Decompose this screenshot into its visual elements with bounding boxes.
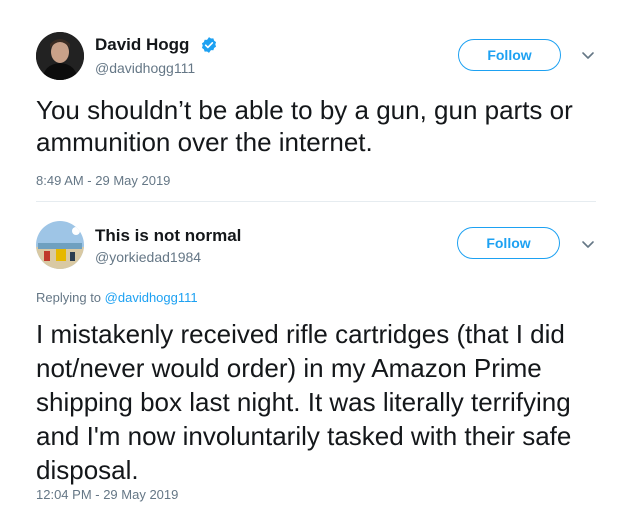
tweet-timestamp[interactable]: 8:49 AM - 29 May 2019 [36, 173, 170, 188]
avatar-image [36, 32, 84, 80]
author-handle[interactable]: @yorkiedad1984 [95, 249, 201, 265]
avatar[interactable] [36, 221, 84, 269]
tweet-text: You shouldn’t be able to by a gun, gun p… [36, 95, 573, 157]
reply-tweet: This is not normal @yorkiedad1984 Follow… [0, 202, 632, 516]
replying-to: Replying to @davidhogg111 [36, 290, 198, 305]
original-tweet: David Hogg @davidhogg111 Follow You shou… [0, 0, 632, 202]
author-name[interactable]: David Hogg [95, 35, 189, 55]
follow-button[interactable]: Follow [458, 39, 561, 71]
chevron-down-icon[interactable] [581, 240, 595, 250]
follow-button[interactable]: Follow [457, 227, 560, 259]
avatar[interactable] [36, 32, 84, 80]
verified-badge-icon [201, 37, 217, 53]
author-handle[interactable]: @davidhogg111 [95, 60, 195, 76]
tweet-text: I mistakenly received rifle cartridges (… [36, 319, 572, 485]
replying-to-link[interactable]: @davidhogg111 [105, 290, 198, 305]
tweet-timestamp[interactable]: 12:04 PM - 29 May 2019 [36, 487, 178, 502]
replying-prefix: Replying to [36, 290, 102, 305]
chevron-down-icon[interactable] [581, 51, 595, 61]
avatar-image [36, 221, 84, 269]
author-name[interactable]: This is not normal [95, 226, 241, 246]
